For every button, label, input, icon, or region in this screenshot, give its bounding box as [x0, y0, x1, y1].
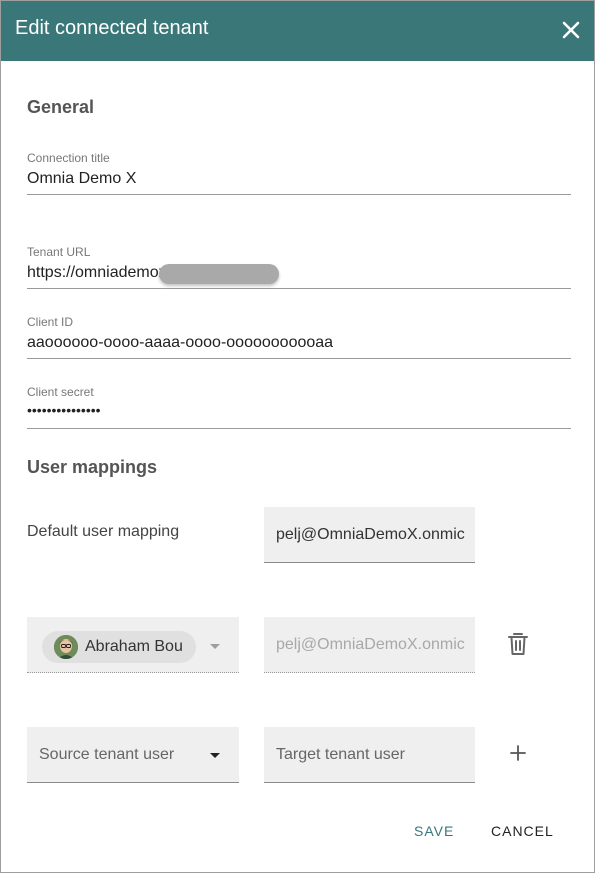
general-heading: General [27, 97, 95, 117]
default-user-mapping-label: Default user mapping [27, 523, 180, 540]
target-user-input-disabled: pelj@OmniaDemoX.onmic [264, 617, 475, 673]
dialog-header: Edit connected tenant [1, 1, 594, 61]
tenant-url-field[interactable]: Tenant URL https://omniademox. [27, 243, 571, 291]
connection-title-label: Connection title [27, 151, 110, 165]
close-icon[interactable] [559, 18, 583, 42]
save-button[interactable]: SAVE [414, 823, 454, 839]
user-avatar [54, 635, 78, 659]
user-chip[interactable]: Abraham Bou [42, 631, 196, 663]
edit-tenant-dialog: Edit connected tenant General Connection… [0, 0, 595, 873]
user-mappings-heading: User mappings [27, 457, 158, 477]
client-secret-value[interactable]: ••••••••••••••• [27, 402, 571, 418]
field-underline [27, 428, 571, 429]
target-tenant-user-placeholder: Target tenant user [276, 746, 405, 763]
field-underline [27, 288, 571, 289]
chevron-down-icon[interactable] [210, 644, 220, 649]
connection-title-field[interactable]: Connection title Omnia Demo X [27, 149, 571, 197]
field-underline [264, 562, 475, 563]
client-secret-field[interactable]: Client secret ••••••••••••••• [27, 383, 571, 431]
tenant-url-label: Tenant URL [27, 245, 91, 259]
field-underline [27, 782, 239, 783]
trash-icon[interactable] [506, 631, 530, 657]
source-tenant-user-placeholder: Source tenant user [39, 746, 175, 763]
connection-title-value[interactable]: Omnia Demo X [27, 170, 571, 188]
dialog-title: Edit connected tenant [15, 17, 209, 39]
default-user-mapping-value[interactable]: pelj@OmniaDemoX.onmic [276, 526, 466, 544]
client-id-field[interactable]: Client ID aaoooooo-oooo-aaaa-oooo-oooooo… [27, 313, 571, 361]
source-user-select[interactable]: Abraham Bou [27, 617, 239, 673]
field-underline [264, 782, 475, 783]
plus-icon[interactable] [509, 744, 527, 762]
user-chip-name: Abraham Bou [85, 638, 183, 655]
target-user-value: pelj@OmniaDemoX.onmic [276, 636, 465, 653]
field-underline [27, 672, 239, 673]
tenant-url-value[interactable]: https://omniademox. [27, 264, 571, 282]
default-user-mapping-input[interactable]: pelj@OmniaDemoX.onmic [264, 507, 475, 563]
client-id-value[interactable]: aaoooooo-oooo-aaaa-oooo-ooooooooooaa [27, 334, 571, 352]
field-underline [27, 194, 571, 195]
cancel-button[interactable]: CANCEL [491, 823, 554, 839]
client-id-label: Client ID [27, 315, 74, 329]
field-underline [264, 672, 475, 673]
field-underline [27, 358, 571, 359]
source-tenant-user-select[interactable]: Source tenant user [27, 727, 239, 783]
target-tenant-user-input[interactable]: Target tenant user [264, 727, 475, 783]
client-secret-label: Client secret [27, 385, 94, 399]
chevron-down-icon[interactable] [210, 753, 220, 758]
redaction-blur [159, 264, 279, 284]
